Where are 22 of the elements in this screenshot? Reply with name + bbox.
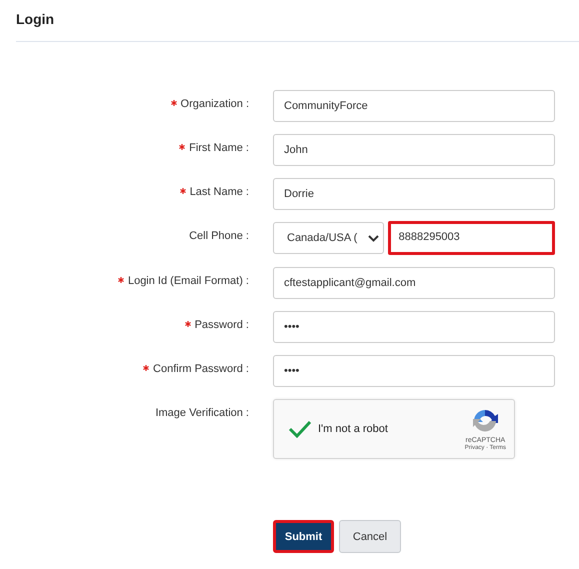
field-label: Last Name :	[190, 186, 249, 198]
input-field[interactable]: CommunityForce	[273, 90, 555, 122]
input-field[interactable]: ••••	[273, 355, 555, 387]
field-label: Image Verification :	[155, 407, 249, 419]
field-label: Organization :	[180, 98, 249, 110]
page-title: Login	[16, 10, 56, 29]
input-field[interactable]: Dorrie	[273, 178, 555, 210]
field-label: First Name :	[189, 142, 249, 154]
field-label: Password :	[194, 319, 249, 331]
field-label: Confirm Password :	[153, 363, 249, 375]
input-field[interactable]: 8888295003	[388, 221, 555, 255]
input-field[interactable]: John	[273, 134, 555, 166]
checkmark-icon[interactable]	[288, 420, 312, 438]
cancel-button[interactable]: Cancel	[339, 520, 401, 553]
field-label: Cell Phone :	[189, 230, 249, 242]
input-field[interactable]: ••••	[273, 311, 555, 343]
country-dropdown[interactable]: Canada/USA (	[273, 222, 384, 254]
submit-button[interactable]: Submit	[273, 520, 334, 553]
captcha-label: I'm not a robot	[318, 423, 389, 435]
field-label: Login Id (Email Format) :	[128, 275, 249, 287]
input-field[interactable]: cftestapplicant@gmail.com	[273, 267, 555, 299]
chevron-down-icon	[368, 234, 379, 242]
